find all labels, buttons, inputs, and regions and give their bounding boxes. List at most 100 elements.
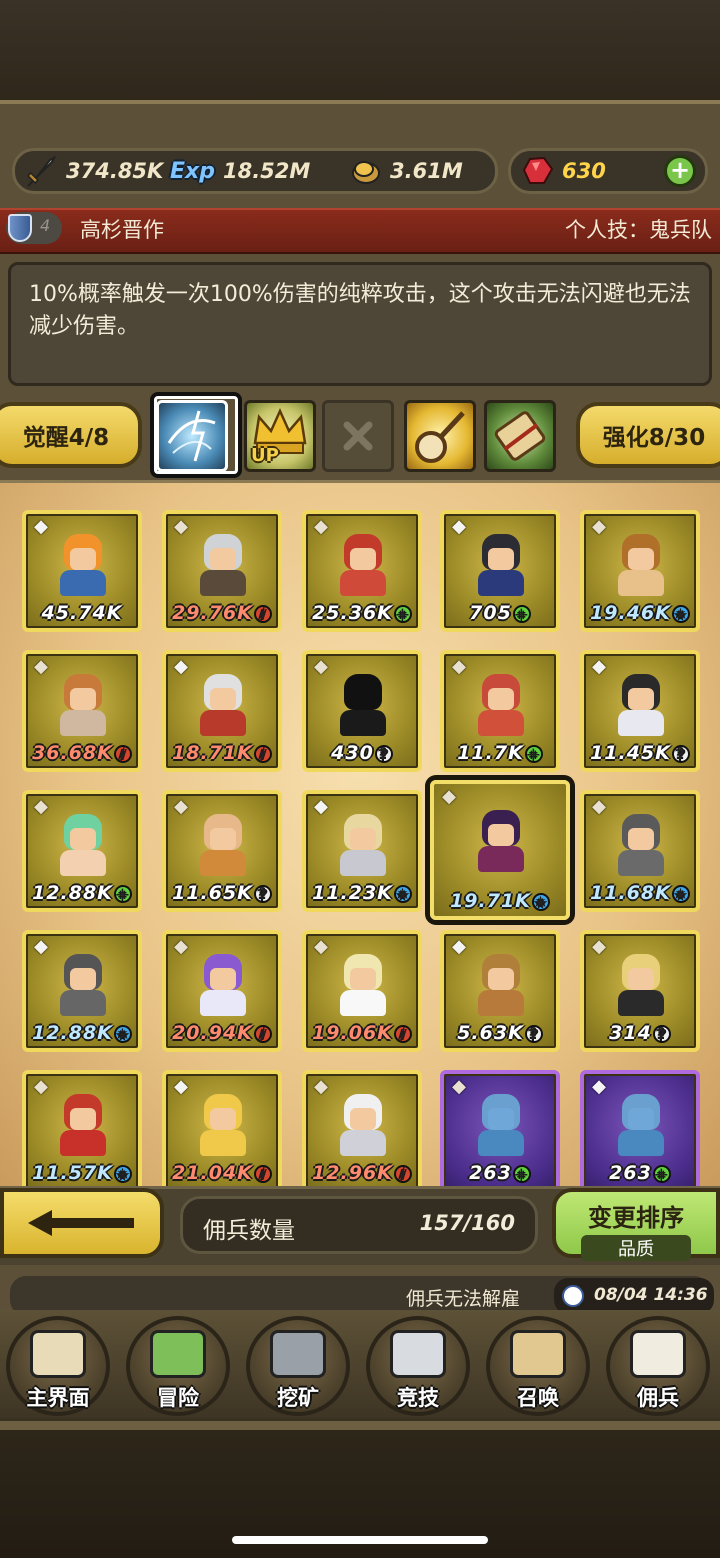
awaken-button[interactable]: 觉醒4/8 bbox=[0, 402, 142, 468]
nav-label: 主界面 bbox=[26, 1386, 90, 1410]
status-badge: ★ bbox=[671, 604, 690, 623]
portrait-body bbox=[200, 570, 246, 596]
mercenary-card[interactable]: ◆ 263 + bbox=[440, 1070, 560, 1192]
portrait-face bbox=[350, 688, 376, 710]
mercenary-power-value: 19.71K ★ bbox=[438, 890, 562, 912]
mercenary-portrait bbox=[332, 948, 394, 1016]
mercenary-card[interactable]: ◆ 19.71K ★ bbox=[430, 780, 570, 920]
nav-label: 竞技 bbox=[397, 1386, 439, 1410]
mercenary-card[interactable]: ◆ 11.68K ★ bbox=[580, 790, 700, 912]
mercenary-portrait bbox=[470, 668, 532, 736]
weapon-type-icon: ◆ bbox=[34, 1076, 48, 1097]
skill-description-text: 10%概率触发一次100%伤害的纯粹攻击，这个攻击无法闪避也无法减少伤害。 bbox=[29, 282, 691, 339]
tab-scroll[interactable] bbox=[484, 400, 556, 472]
mercenary-card[interactable]: ◆ 314? bbox=[580, 930, 700, 1052]
portrait-face bbox=[488, 1108, 514, 1130]
sort-mode: 品质 bbox=[581, 1235, 691, 1261]
mercenary-card[interactable]: ◆ 5.63K? bbox=[440, 930, 560, 1052]
change-sort-button[interactable]: 变更排序 品质 bbox=[552, 1188, 720, 1261]
portrait-face bbox=[628, 688, 654, 710]
mercenary-power-text: 19.71K bbox=[450, 890, 531, 912]
tab-upgrade[interactable]: UP bbox=[244, 400, 316, 472]
portrait-body bbox=[478, 990, 524, 1016]
mercenary-card[interactable]: ◆ 11.45K? bbox=[580, 650, 700, 772]
weapon-type-icon: ◆ bbox=[314, 656, 328, 677]
mercenary-portrait bbox=[192, 668, 254, 736]
mercenary-portrait bbox=[192, 808, 254, 876]
mercenary-power-value: 25.36K + bbox=[310, 602, 414, 624]
mercenary-card[interactable]: ◆ 263 + bbox=[580, 1070, 700, 1192]
weapon-type-icon: ◆ bbox=[174, 936, 188, 957]
weapon-type-icon: ◆ bbox=[442, 786, 456, 807]
back-button[interactable] bbox=[0, 1188, 164, 1258]
mercenary-card[interactable]: ◆ 11.7K + bbox=[440, 650, 560, 772]
tab-instrument[interactable] bbox=[404, 400, 476, 472]
mercenary-card[interactable]: ◆ 19.46K ★ bbox=[580, 510, 700, 632]
mercenary-power-text: 19.06K bbox=[312, 1022, 393, 1044]
portrait-body bbox=[618, 990, 664, 1016]
mercenary-power-value: 36.68K / bbox=[30, 742, 134, 764]
mercenary-power-value: 12.88K ★ bbox=[30, 1022, 134, 1044]
mercenary-portrait bbox=[610, 808, 672, 876]
mercenary-power-value: 12.96K / bbox=[310, 1162, 414, 1184]
weapon-type-icon: ◆ bbox=[34, 936, 48, 957]
mercenary-card[interactable]: ◆ 11.23K ★ bbox=[302, 790, 422, 912]
mercenary-card[interactable]: ◆ 19.06K / bbox=[302, 930, 422, 1052]
mercenary-card[interactable]: ◆ 705 + bbox=[440, 510, 560, 632]
mercenary-power-text: 5.63K bbox=[457, 1022, 524, 1044]
mercenary-card[interactable]: ◆ 11.57K ★ bbox=[22, 1070, 142, 1192]
selected-tab-frame bbox=[150, 392, 242, 478]
portrait-body bbox=[340, 990, 386, 1016]
mercenary-card[interactable]: ◆ 11.65K? bbox=[162, 790, 282, 912]
mercenary-power-text: 314 bbox=[609, 1022, 652, 1044]
mercenary-card[interactable]: ◆ 25.36K + bbox=[302, 510, 422, 632]
portrait-body bbox=[60, 990, 106, 1016]
mercenary-power-text: 11.68K bbox=[590, 882, 671, 904]
mercenary-power-text: 11.65K bbox=[172, 882, 253, 904]
skill-description: 10%概率触发一次100%伤害的纯粹攻击，这个攻击无法闪避也无法减少伤害。 bbox=[8, 262, 712, 386]
weapon-type-icon: ◆ bbox=[592, 936, 606, 957]
enhance-button[interactable]: 强化8/30 bbox=[576, 402, 720, 468]
weapon-type-icon: ◆ bbox=[452, 516, 466, 537]
mercenary-card[interactable]: ◆ 12.88K + bbox=[22, 790, 142, 912]
mercenary-portrait bbox=[192, 948, 254, 1016]
portrait-face bbox=[488, 824, 514, 846]
mercenary-count-label: 佣兵数量 bbox=[203, 1218, 295, 1244]
mercenary-card[interactable]: ◆ 21.04K / bbox=[162, 1070, 282, 1192]
mercenary-card[interactable]: ◆ 45.74K bbox=[22, 510, 142, 632]
mercenary-card[interactable]: ◆ 12.88K ★ bbox=[22, 930, 142, 1052]
mercenary-card[interactable]: ◆ 18.71K / bbox=[162, 650, 282, 772]
portrait-face bbox=[70, 968, 96, 990]
portrait-body bbox=[60, 570, 106, 596]
plus-icon: + bbox=[669, 156, 691, 184]
mercenary-power-value: 20.94K / bbox=[170, 1022, 274, 1044]
status-badge: + bbox=[652, 1164, 671, 1183]
mercenary-card[interactable]: ◆ 20.94K / bbox=[162, 930, 282, 1052]
portrait-face bbox=[210, 548, 236, 570]
portrait-face bbox=[628, 968, 654, 990]
portrait-face bbox=[488, 688, 514, 710]
exp-resource: Exp 18.52M bbox=[170, 150, 310, 192]
status-badge: / bbox=[393, 1164, 412, 1183]
home-indicator[interactable] bbox=[232, 1536, 488, 1544]
weapon-type-icon: ◆ bbox=[314, 796, 328, 817]
mercenary-card[interactable]: ◆ 12.96K / bbox=[302, 1070, 422, 1192]
status-badge: + bbox=[512, 604, 531, 623]
portrait-face bbox=[628, 1108, 654, 1130]
status-badge: ? bbox=[524, 1024, 543, 1043]
nav-label: 召唤 bbox=[517, 1386, 559, 1410]
mercenary-card[interactable]: ◆ 29.76K / bbox=[162, 510, 282, 632]
close-icon bbox=[343, 421, 373, 451]
add-gems-button[interactable]: + bbox=[664, 155, 696, 187]
mercenary-card[interactable]: ◆ 430? bbox=[302, 650, 422, 772]
portrait-face bbox=[488, 968, 514, 990]
gold-resource: 3.61M bbox=[350, 150, 463, 192]
mercenary-power-value: 18.71K / bbox=[170, 742, 274, 764]
mercenary-portrait bbox=[470, 948, 532, 1016]
crossed-swords-icon bbox=[390, 1330, 446, 1378]
mercenary-power-value: 11.23K ★ bbox=[310, 882, 414, 904]
mercenary-power-text: 263 bbox=[609, 1162, 652, 1184]
mercenary-portrait bbox=[470, 528, 532, 596]
nav-label: 挖矿 bbox=[277, 1386, 319, 1410]
mercenary-card[interactable]: ◆ 36.68K / bbox=[22, 650, 142, 772]
